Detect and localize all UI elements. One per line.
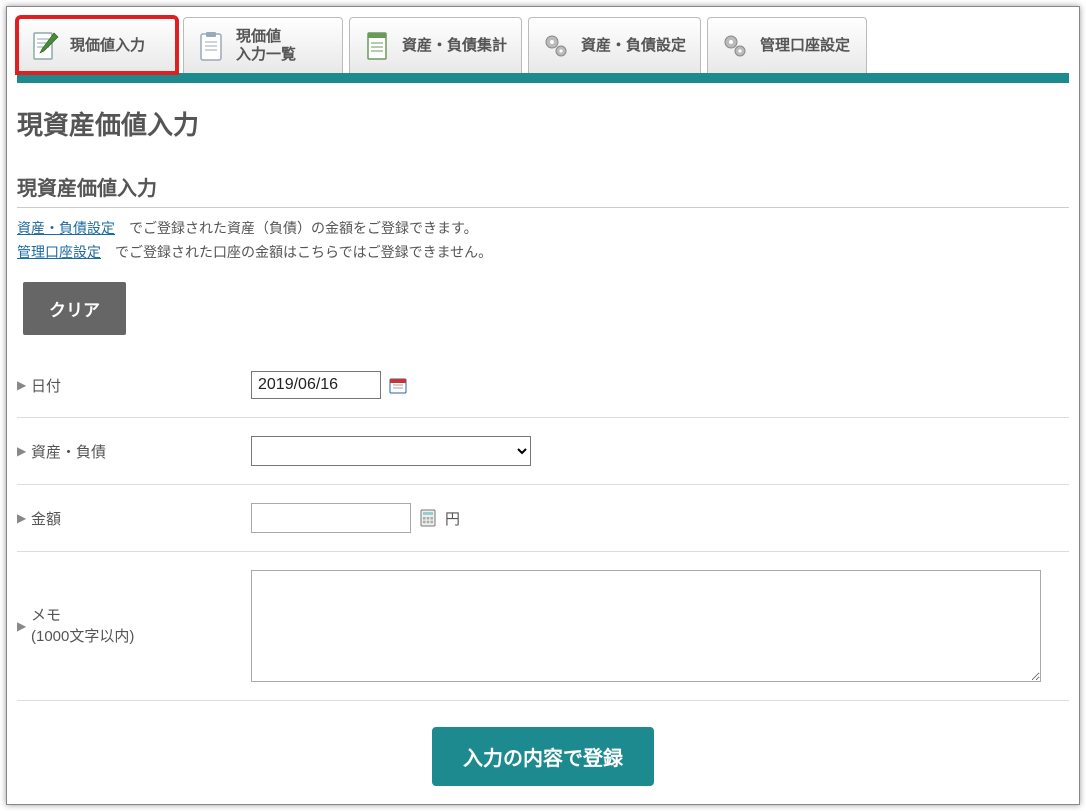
tab-label: 管理口座設定: [760, 37, 850, 55]
link-account-settings[interactable]: 管理口座設定: [17, 244, 101, 260]
section-title: 現資産価値入力: [17, 172, 1069, 208]
clipboard-icon: [194, 29, 228, 63]
submit-button[interactable]: 入力の内容で登録: [432, 727, 654, 786]
page-title: 現資産価値入力: [17, 105, 1069, 142]
gears-icon: [539, 29, 573, 63]
memo-label-line1: メモ: [31, 607, 61, 624]
calendar-icon[interactable]: [389, 376, 407, 394]
hint-text-2: でご登録された口座の金額はこちらではご登録できません。: [101, 244, 492, 260]
date-input[interactable]: [251, 371, 381, 399]
row-arrow-icon: ▶: [17, 619, 31, 633]
row-memo: ▶ メモ (1000文字以内): [17, 552, 1069, 701]
row-date: ▶ 日付: [17, 353, 1069, 418]
tab-account-settings[interactable]: 管理口座設定: [707, 17, 867, 73]
tab-current-value-list[interactable]: 現価値 入力一覧: [183, 17, 343, 73]
amount-input[interactable]: [251, 503, 411, 533]
form: ▶ 日付 ▶ 資産・負債: [17, 353, 1069, 701]
memo-label-line2: (1000文字以内): [31, 628, 134, 645]
row-arrow-icon: ▶: [17, 511, 31, 525]
tab-label: 現価値 入力一覧: [236, 28, 296, 64]
date-label: 日付: [31, 375, 251, 396]
amount-unit: 円: [445, 508, 460, 529]
memo-textarea[interactable]: [251, 570, 1041, 682]
row-arrow-icon: ▶: [17, 444, 31, 458]
clear-button[interactable]: クリア: [23, 282, 126, 335]
tab-current-value-input[interactable]: 現価値入力: [17, 17, 177, 73]
tab-asset-liability-summary[interactable]: 資産・負債集計: [349, 17, 522, 73]
app-frame: 現価値入力 現価値 入力一覧: [6, 6, 1080, 805]
tab-label: 資産・負債集計: [402, 37, 507, 55]
tab-bar: 現価値入力 現価値 入力一覧: [17, 17, 1069, 83]
memo-label: メモ (1000文字以内): [31, 605, 251, 647]
row-arrow-icon: ▶: [17, 378, 31, 392]
calculator-icon[interactable]: [419, 509, 437, 527]
tab-asset-liability-settings[interactable]: 資産・負債設定: [528, 17, 701, 73]
row-amount: ▶ 金額 円: [17, 485, 1069, 552]
hint-text-1: でご登録された資産（負債）の金額をご登録できます。: [115, 220, 478, 236]
amount-label: 金額: [31, 508, 251, 529]
link-asset-liability-settings[interactable]: 資産・負債設定: [17, 220, 115, 236]
pencil-paper-icon: [28, 29, 62, 63]
tab-label: 現価値入力: [70, 37, 145, 55]
hint-line-2: 管理口座設定 でご登録された口座の金額はこちらではご登録できません。: [17, 242, 1069, 262]
asset-select[interactable]: [251, 436, 531, 466]
row-asset-liability: ▶ 資産・負債: [17, 418, 1069, 485]
gears-icon: [718, 29, 752, 63]
notebook-icon: [360, 29, 394, 63]
hint-line-1: 資産・負債設定 でご登録された資産（負債）の金額をご登録できます。: [17, 218, 1069, 238]
tab-label: 資産・負債設定: [581, 37, 686, 55]
asset-label: 資産・負債: [31, 441, 251, 462]
submit-area: 入力の内容で登録: [17, 727, 1069, 786]
